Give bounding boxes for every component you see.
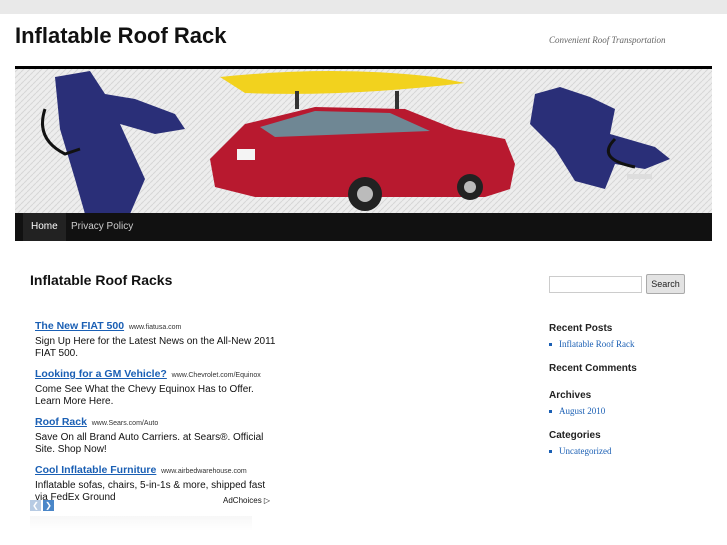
next-arrow-icon[interactable]: ❯ [43, 500, 54, 511]
bullet [549, 450, 552, 454]
search-input[interactable] [549, 276, 642, 293]
site-title[interactable]: Inflatable Roof Rack [15, 23, 226, 49]
nav-privacy-policy[interactable]: Privacy Policy [63, 213, 141, 241]
site-description: Convenient Roof Transportation [549, 35, 666, 45]
ad-title-link[interactable]: Looking for a GM Vehicle? [35, 368, 167, 380]
category-link[interactable]: Uncategorized [559, 446, 611, 456]
adchoices-label: AdChoices [223, 496, 262, 505]
ad-title-link[interactable]: Cool Inflatable Furniture [35, 464, 156, 476]
recent-post-item[interactable]: Inflatable Roof Rack [549, 339, 634, 349]
recent-comments-title: Recent Comments [549, 363, 637, 374]
archives-title: Archives [549, 390, 592, 401]
ad-bottom-fade [30, 516, 252, 531]
ad-url[interactable]: www.Sears.com/Auto [92, 420, 159, 427]
page-title: Inflatable Roof Racks [30, 272, 173, 288]
archive-item[interactable]: August 2010 [549, 406, 605, 416]
prev-arrow-icon[interactable]: ❮ [30, 500, 41, 511]
ad-url[interactable]: www.Chevrolet.com/Equinox [172, 372, 261, 379]
categories-title: Categories [549, 430, 601, 441]
search-button[interactable]: Search [646, 274, 685, 294]
adchoices-link[interactable]: AdChoices ▷ [223, 496, 270, 505]
ad-title-link[interactable]: Roof Rack [35, 416, 87, 428]
ad-text: Come See What the Chevy Equinox Has to O… [35, 384, 254, 407]
ad-url[interactable]: www.airbedwarehouse.com [161, 468, 247, 475]
ad-unit: Roof Rack www.Sears.com/Auto Save On all… [35, 416, 280, 456]
nav-home[interactable]: Home [23, 213, 66, 241]
category-item[interactable]: Uncategorized [549, 446, 611, 456]
ad-text: Save On all Brand Auto Carriers. at Sear… [35, 432, 264, 455]
ad-unit: The New FIAT 500 www.fiatusa.com Sign Up… [35, 320, 280, 360]
ad-text: Sign Up Here for the Latest News on the … [35, 336, 276, 359]
ad-title-link[interactable]: The New FIAT 500 [35, 320, 124, 332]
ad-unit: Looking for a GM Vehicle? www.Chevrolet.… [35, 368, 280, 408]
archive-link[interactable]: August 2010 [559, 406, 605, 416]
ad-url[interactable]: www.fiatusa.com [129, 324, 182, 331]
recent-posts-title: Recent Posts [549, 323, 613, 334]
adchoices-icon: ▷ [263, 496, 271, 505]
header-image-art [15, 69, 712, 215]
main-nav: Home Privacy Policy [15, 213, 712, 241]
recent-post-link[interactable]: Inflatable Roof Rack [559, 339, 634, 349]
ad-nav-arrows: ❮ ❯ [30, 495, 56, 513]
header-image [15, 66, 712, 215]
bullet [549, 343, 552, 347]
bullet [549, 410, 552, 414]
